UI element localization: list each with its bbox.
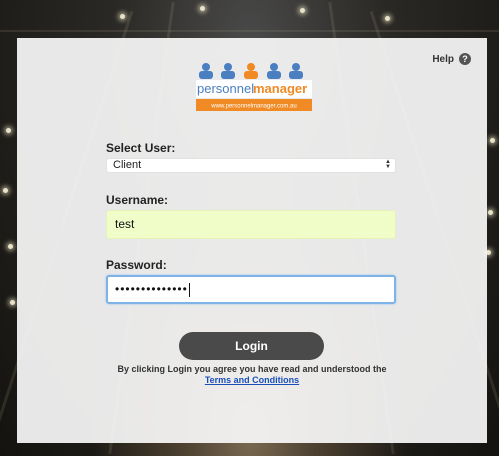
chevron-up-down-icon: ▲ ▼ [385, 159, 391, 170]
select-user-label: Select User: [106, 141, 176, 155]
select-user-value: Client [113, 159, 142, 171]
login-button[interactable]: Login [179, 332, 324, 360]
username-field[interactable]: test [106, 210, 396, 239]
help-link[interactable]: Help ? [432, 53, 471, 65]
username-label: Username: [106, 193, 169, 207]
people-icon [199, 63, 303, 79]
terms-and-conditions-link[interactable]: Terms and Conditions [205, 375, 299, 385]
personnel-manager-logo: personnel manager www.personnelmanager.c… [196, 63, 312, 111]
help-label: Help [432, 53, 454, 65]
logo-word-personnel: personnel [197, 81, 254, 96]
text-cursor [188, 282, 190, 297]
select-user-dropdown[interactable]: Client ▲ ▼ [106, 158, 396, 173]
question-mark-icon[interactable]: ? [459, 53, 471, 65]
password-label: Password: [106, 258, 167, 272]
username-value: test [115, 217, 135, 231]
logo-url: www.personnelmanager.com.au [210, 104, 296, 110]
login-panel: Help ? personnel manager www.personnelma… [17, 38, 487, 443]
logo-word-manager: manager [253, 81, 307, 96]
password-value: •••••••••••••• [115, 282, 188, 296]
agreement-text: By clicking Login you agree you have rea… [117, 364, 387, 374]
terms-notice: By clicking Login you agree you have rea… [17, 364, 487, 386]
password-field[interactable]: •••••••••••••• [106, 275, 396, 304]
